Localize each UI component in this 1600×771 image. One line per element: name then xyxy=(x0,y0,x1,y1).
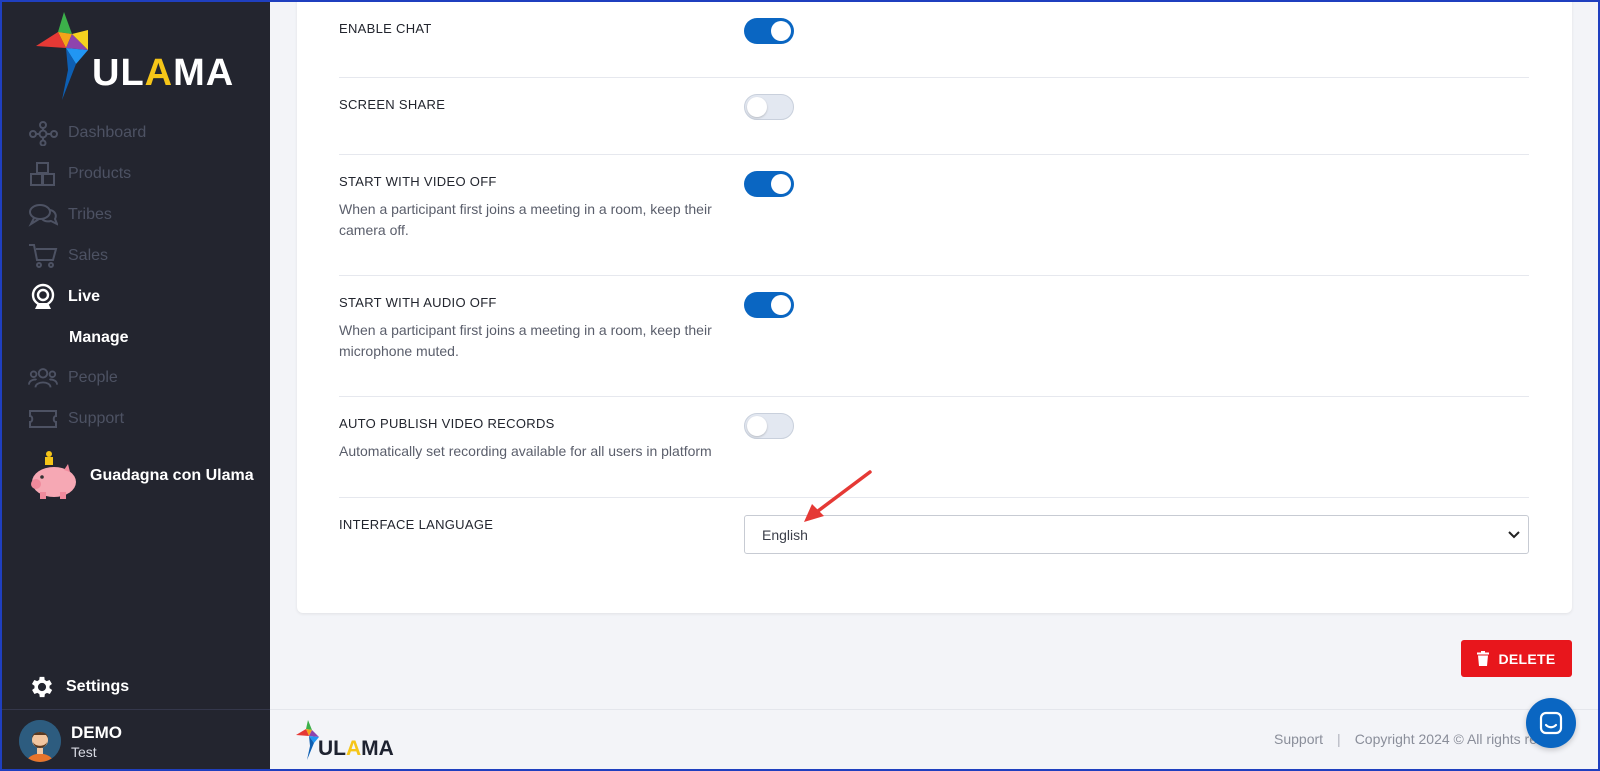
sidebar-item-label: Live xyxy=(68,288,101,305)
chat-launcher-button[interactable] xyxy=(1526,698,1576,748)
network-icon xyxy=(28,118,58,148)
description-line: Automatically set recording available fo… xyxy=(339,443,712,459)
enable-chat-label: ENABLE CHAT xyxy=(339,21,432,36)
piggy-bank-icon xyxy=(31,451,76,499)
screen-share-label: SCREEN SHARE xyxy=(339,97,446,112)
sidebar-item-sales[interactable]: Sales xyxy=(28,241,108,271)
description-line: camera off. xyxy=(339,222,409,238)
sidebar-item-label: Dashboard xyxy=(68,124,147,141)
chat-bubbles-icon xyxy=(28,200,58,230)
enable-chat-toggle[interactable] xyxy=(744,18,794,44)
sidebar-item-label: Tribes xyxy=(68,206,112,223)
svg-text:ULAMA: ULAMA xyxy=(318,737,394,760)
sidebar-item-live[interactable]: Live xyxy=(28,282,100,312)
sidebar-item-label: People xyxy=(68,369,118,386)
sidebar-subitem-manage[interactable]: Manage xyxy=(69,329,129,347)
webcam-icon xyxy=(28,282,58,312)
start-audio-off-toggle[interactable] xyxy=(744,292,794,318)
footer-copyright: Copyright 2024 © All rights re xyxy=(1354,731,1537,747)
row-divider xyxy=(339,154,1529,155)
chat-icon xyxy=(1539,711,1563,735)
sidebar-item-support[interactable]: Support xyxy=(28,404,124,434)
interface-language-select[interactable]: English xyxy=(744,515,1529,554)
auto-publish-toggle[interactable] xyxy=(744,413,794,439)
logo-wordmark: ULAMA xyxy=(92,52,235,94)
sidebar-item-label: Sales xyxy=(68,247,109,264)
sidebar: ULAMA Dashboard Products Tribes Sales Li… xyxy=(0,0,270,771)
sidebar-item-tribes[interactable]: Tribes xyxy=(28,200,112,230)
promo-guadagna[interactable]: Guadagna con Ulama xyxy=(28,450,254,502)
footer-support-link[interactable]: Support xyxy=(1274,731,1323,747)
sidebar-item-label: Support xyxy=(68,410,125,427)
gear-icon xyxy=(31,676,53,698)
start-audio-off-label: START WITH AUDIO OFF xyxy=(339,295,497,310)
settings-label: Settings xyxy=(66,678,130,695)
toggle-knob xyxy=(771,295,791,315)
footer-logo[interactable]: ULAMA xyxy=(296,720,396,762)
people-icon xyxy=(28,363,58,393)
ticket-icon xyxy=(28,404,58,434)
user-name: DEMO xyxy=(71,722,122,742)
sidebar-item-label: Products xyxy=(68,165,132,182)
screen-share-toggle[interactable] xyxy=(744,94,794,120)
promo-label: Guadagna con Ulama xyxy=(90,467,254,484)
start-video-off-toggle[interactable] xyxy=(744,171,794,197)
toggle-knob xyxy=(771,21,791,41)
chevron-down-icon xyxy=(1508,530,1520,538)
start-video-off-description: When a participant first joins a meeting… xyxy=(339,199,719,241)
interface-language-label: INTERFACE LANGUAGE xyxy=(339,517,494,532)
description-line: microphone muted. xyxy=(339,343,459,359)
toggle-knob xyxy=(771,174,791,194)
delete-button[interactable]: DELETE xyxy=(1461,640,1572,677)
start-video-off-label: START WITH VIDEO OFF xyxy=(339,174,497,189)
row-divider xyxy=(339,497,1529,498)
trash-icon xyxy=(1477,651,1490,666)
sidebar-item-dashboard[interactable]: Dashboard xyxy=(28,118,146,148)
sidebar-divider xyxy=(0,709,270,710)
delete-label: DELETE xyxy=(1498,650,1556,667)
footer-links: Support | Copyright 2024 © All rights re xyxy=(1274,731,1537,747)
toggle-knob xyxy=(747,416,767,436)
description-line: When a participant first joins a meeting… xyxy=(339,322,712,338)
boxes-icon xyxy=(28,159,58,189)
user-profile[interactable]: DEMO Test xyxy=(19,720,122,762)
avatar xyxy=(19,720,61,762)
cart-icon xyxy=(28,241,58,271)
auto-publish-label: AUTO PUBLISH VIDEO RECORDS xyxy=(339,416,555,431)
row-divider xyxy=(339,77,1529,78)
row-divider xyxy=(339,396,1529,397)
auto-publish-description: Automatically set recording available fo… xyxy=(339,441,739,462)
sidebar-item-products[interactable]: Products xyxy=(28,159,131,189)
sidebar-item-people[interactable]: People xyxy=(28,363,118,393)
sidebar-item-settings[interactable]: Settings xyxy=(28,673,129,701)
ulama-logo[interactable]: ULAMA xyxy=(36,12,246,102)
selected-language: English xyxy=(762,526,808,543)
start-audio-off-description: When a participant first joins a meeting… xyxy=(339,320,719,362)
footer-separator: | xyxy=(1337,731,1341,747)
user-role: Test xyxy=(71,743,97,760)
row-divider xyxy=(339,275,1529,276)
description-line: When a participant first joins a meeting… xyxy=(339,201,712,217)
toggle-knob xyxy=(747,97,767,117)
